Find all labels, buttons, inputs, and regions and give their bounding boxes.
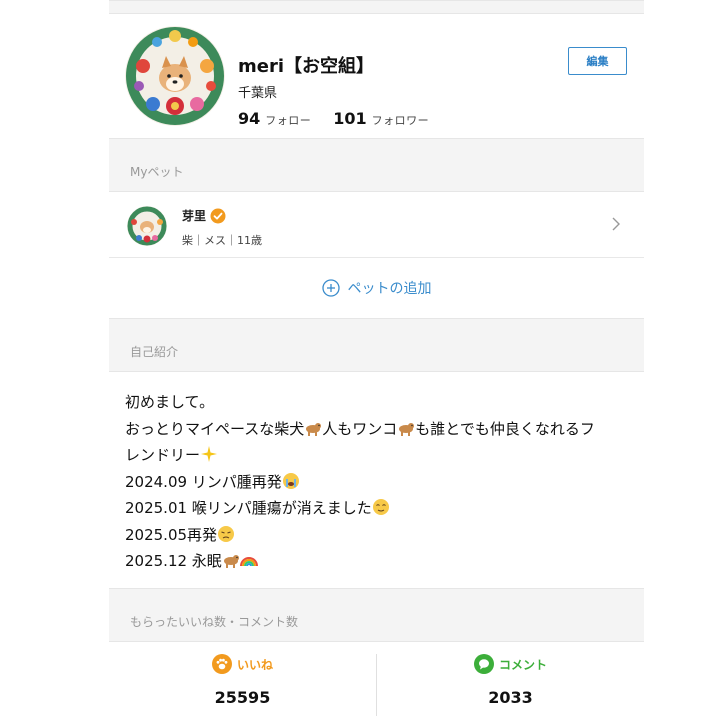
avatar[interactable] bbox=[125, 26, 225, 126]
add-pet-button[interactable]: ペットの追加 bbox=[109, 258, 644, 318]
bio-heading: 自己紹介 bbox=[130, 345, 179, 359]
following-count[interactable]: 94 bbox=[238, 109, 260, 128]
bio-line: 2025.12 永眠 bbox=[125, 548, 628, 575]
plus-circle-icon bbox=[321, 279, 340, 297]
profile-page: meri【お空組】 千葉県 94 フォロー 101 フォロワー 編集 Myペット bbox=[109, 0, 644, 720]
relieved-face-emoji-icon bbox=[372, 499, 389, 515]
chevron-right-icon bbox=[612, 217, 620, 231]
profile-location: 千葉県 bbox=[238, 86, 278, 101]
likes-label: いいね bbox=[236, 657, 273, 672]
received-heading: もらったいいね数・コメント数 bbox=[130, 615, 299, 629]
pet-name: 芽里 bbox=[182, 209, 207, 223]
bio-line: レンドリー bbox=[125, 442, 628, 469]
pet-meta: 柴｜メス｜11歳 bbox=[182, 234, 262, 247]
pet-name-wrap: 芽里 bbox=[182, 207, 226, 224]
dog-emoji-icon bbox=[306, 422, 322, 436]
follow-stats: 94 フォロー 101 フォロワー bbox=[238, 109, 451, 128]
profile-header: meri【お空組】 千葉県 94 フォロー 101 フォロワー 編集 bbox=[109, 14, 644, 138]
crying-face-emoji-icon bbox=[282, 472, 299, 489]
add-pet-label: ペットの追加 bbox=[347, 281, 432, 297]
received-stats: いいね 25595 コメント 2033 bbox=[109, 642, 644, 716]
dog-emoji-icon bbox=[223, 555, 239, 568]
dog-emoji-icon bbox=[399, 422, 415, 436]
bio-line: 2025.05再発 bbox=[125, 522, 628, 549]
rainbow-emoji-icon bbox=[239, 557, 258, 567]
following-label[interactable]: フォロー bbox=[265, 112, 311, 128]
profile-name: meri【お空組】 bbox=[238, 56, 375, 77]
comments-header: コメント bbox=[377, 654, 644, 674]
bio-line: 2024.09 リンパ腫再発 bbox=[125, 469, 628, 496]
comments-label: コメント bbox=[498, 657, 547, 672]
likes-count: 25595 bbox=[214, 688, 271, 707]
top-gap bbox=[109, 0, 644, 14]
paw-icon bbox=[211, 654, 232, 674]
pet-list-item[interactable]: 芽里 柴｜メス｜11歳 bbox=[109, 192, 644, 258]
likes-stat[interactable]: いいね 25595 bbox=[109, 642, 376, 716]
followers-label[interactable]: フォロワー bbox=[372, 112, 430, 128]
sparkles-emoji-icon bbox=[201, 446, 218, 462]
pet-avatar bbox=[127, 206, 167, 246]
my-pets-heading: Myペット bbox=[130, 165, 184, 179]
bio-line: おっとりマイペースな柴犬 人もワンコ も誰とでも仲良くなれるフ bbox=[125, 419, 595, 438]
disappointed-face-emoji-icon bbox=[218, 525, 235, 542]
likes-header: いいね bbox=[109, 654, 376, 674]
bio-section-header: 自己紹介 bbox=[109, 318, 644, 372]
edit-profile-button[interactable]: 編集 bbox=[568, 47, 627, 75]
followers-count[interactable]: 101 bbox=[333, 109, 366, 128]
verified-badge-icon bbox=[210, 208, 226, 223]
my-pets-section-header: Myペット bbox=[109, 138, 644, 192]
bio-line: 初めまして。 bbox=[125, 393, 215, 411]
comment-bubble-icon bbox=[473, 654, 494, 674]
comments-count: 2033 bbox=[488, 688, 533, 707]
received-section-header: もらったいいね数・コメント数 bbox=[109, 588, 644, 642]
bio-text: 初めまして。 おっとりマイペースな柴犬 人もワンコ も誰とでも仲良くなれるフ レンド… bbox=[109, 372, 644, 588]
bio-line: 2025.01 喉リンパ腫瘍が消えました bbox=[125, 495, 628, 522]
comments-stat[interactable]: コメント 2033 bbox=[377, 642, 644, 716]
